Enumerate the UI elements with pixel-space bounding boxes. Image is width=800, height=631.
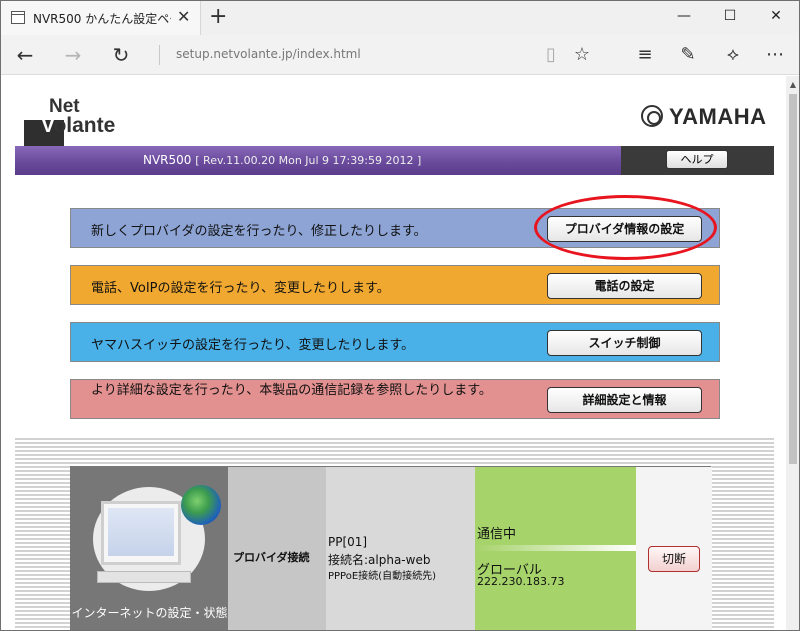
internet-settings-label: インターネットの設定・状態 — [71, 606, 228, 620]
new-tab-button[interactable]: + — [209, 5, 227, 29]
vertical-scrollbar[interactable]: ▲ — [786, 76, 799, 630]
disconnect-cell: 切断 — [636, 467, 712, 630]
advanced-settings-button[interactable]: 詳細設定と情報 — [547, 387, 702, 413]
connection-state-cell: 通信中 グローバル 222.230.183.73 — [475, 467, 636, 630]
phone-settings-button[interactable]: 電話の設定 — [547, 273, 702, 299]
more-icon[interactable]: ⋯ — [761, 41, 789, 69]
keyboard-icon — [97, 571, 191, 583]
computer-icon — [101, 501, 181, 565]
tuning-fork-icon — [641, 105, 663, 127]
back-arrow-icon[interactable]: ← — [11, 41, 39, 69]
maximize-button[interactable]: ☐ — [707, 1, 753, 31]
close-window-button[interactable]: ✕ — [753, 1, 799, 31]
favorite-star-icon[interactable]: ☆ — [568, 41, 596, 69]
provider-connection-label: プロバイダ接続 — [233, 551, 310, 564]
connection-type: PPPoE接続(自動接続先) — [328, 571, 436, 582]
model-banner: NVR500 [ Rev.11.00.20 Mon Jul 9 17:39:59… — [15, 146, 774, 175]
share-icon[interactable]: ⟡ — [719, 41, 747, 69]
page-icon — [11, 11, 25, 24]
tab-close-icon[interactable]: ✕ — [177, 8, 190, 26]
phone-settings-description: 電話、VoIPの設定を行ったり、変更したりします。 — [91, 281, 390, 296]
model-name: NVR500 — [143, 153, 192, 167]
logo-volante: Volante — [41, 114, 115, 138]
address-separator — [159, 45, 160, 65]
advanced-settings-row: より詳細な設定を行ったり、本製品の通信記録を参照したりします。 詳細設定と情報 — [70, 379, 720, 419]
provider-settings-description: 新しくプロバイダの設定を行ったり、修正したりします。 — [91, 224, 427, 239]
address-bar[interactable]: setup.netvolante.jp/index.html — [176, 47, 361, 61]
internet-status-panel: インターネットの設定・状態 プロバイダ接続 PP[01] 接続名:alpha-w… — [70, 466, 712, 630]
title-bar: NVR500 かんたん設定ペー ✕ + — ☐ ✕ — [1, 1, 799, 35]
connection-name: 接続名:alpha-web — [328, 553, 431, 567]
globe-icon — [181, 485, 221, 525]
logo-v: V — [41, 114, 54, 137]
reading-view-icon[interactable]: ▯ — [537, 41, 565, 69]
navigation-bar: ← → ↻ setup.netvolante.jp/index.html ▯ ☆… — [1, 35, 799, 75]
peer-number: PP[01] — [328, 535, 368, 549]
forward-arrow-icon[interactable]: → — [59, 41, 87, 69]
scroll-up-arrow-icon[interactable]: ▲ — [786, 80, 799, 89]
provider-connection-cell: プロバイダ接続 — [228, 467, 326, 630]
url-host: setup.netvolante.jp — [176, 47, 293, 61]
tab-nvr500[interactable]: NVR500 かんたん設定ペー ✕ — [1, 1, 201, 35]
firmware-revision: [ Rev.11.00.20 Mon Jul 9 17:39:59 2012 ] — [195, 154, 422, 167]
url-path: /index.html — [292, 47, 361, 61]
scroll-thumb[interactable] — [789, 94, 797, 464]
switch-control-description: ヤマハスイッチの設定を行ったり、変更したりします。 — [91, 338, 415, 353]
connection-state: 通信中 — [477, 527, 517, 542]
web-note-icon[interactable]: ✎ — [674, 41, 702, 69]
page-viewport: Net Volante YAMAHA NVR500 [ Rev.11.00.20… — [1, 76, 786, 630]
ip-address: 222.230.183.73 — [477, 575, 565, 588]
phone-settings-row: 電話、VoIPの設定を行ったり、変更したりします。 電話の設定 — [70, 265, 720, 305]
connection-details-cell: PP[01] 接続名:alpha-web PPPoE接続(自動接続先) — [326, 467, 475, 630]
browser-window: NVR500 かんたん設定ペー ✕ + — ☐ ✕ ← → ↻ setup.ne… — [0, 0, 800, 631]
refresh-icon[interactable]: ↻ — [107, 41, 135, 69]
help-button[interactable]: ヘルプ — [666, 150, 728, 169]
model-info: NVR500 [ Rev.11.00.20 Mon Jul 9 17:39:59… — [143, 153, 421, 167]
switch-control-row: ヤマハスイッチの設定を行ったり、変更したりします。 スイッチ制御 — [70, 322, 720, 362]
tab-title: NVR500 かんたん設定ペー — [33, 12, 171, 26]
minimize-button[interactable]: — — [661, 1, 707, 31]
advanced-settings-description: より詳細な設定を行ったり、本製品の通信記録を参照したりします。 — [91, 383, 492, 398]
state-divider — [475, 545, 636, 551]
disconnect-button[interactable]: 切断 — [648, 546, 700, 572]
internet-settings-tile[interactable]: インターネットの設定・状態 — [71, 467, 228, 630]
highlight-circle — [534, 195, 717, 260]
hub-icon[interactable]: ≡ — [631, 41, 659, 69]
logo-olante: olante — [53, 114, 116, 137]
brand-name: YAMAHA — [669, 104, 767, 129]
switch-control-button[interactable]: スイッチ制御 — [547, 330, 702, 356]
